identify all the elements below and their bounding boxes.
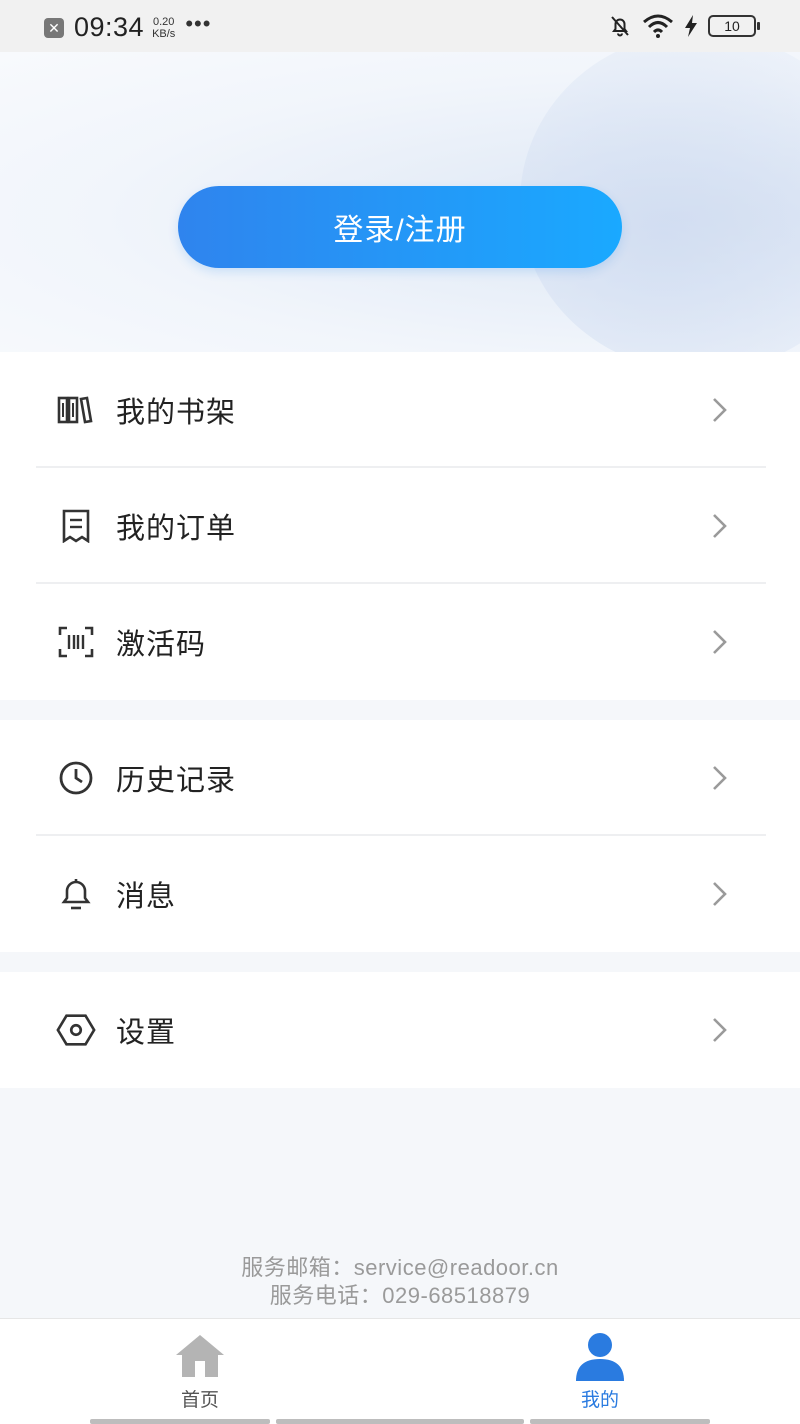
menu-group-library: 我的书架 我的订单 激活码	[0, 352, 800, 700]
bell-muted-icon	[611, 16, 629, 37]
gesture-bar-left	[90, 1419, 270, 1424]
menu-group-settings: 设置	[0, 972, 800, 1088]
tab-home[interactable]: 首页	[100, 1319, 300, 1411]
service-email: 服务邮箱：service@readoor.cn	[241, 1255, 559, 1280]
menu-label-messages: 消息	[116, 881, 177, 913]
settings-hexagon-icon	[56, 1010, 96, 1050]
network-speed-value: 0.20	[152, 15, 175, 28]
menu-item-orders[interactable]: 我的订单	[0, 468, 800, 584]
tab-mine-label: 我的	[580, 1390, 619, 1411]
more-dots-icon: •••	[185, 10, 212, 36]
chevron-right-icon	[713, 882, 727, 906]
network-speed: 0.20 KB/s	[152, 16, 175, 40]
tab-mine[interactable]: 我的	[500, 1319, 700, 1411]
order-list-icon	[56, 506, 96, 546]
menu-label-orders: 我的订单	[116, 513, 237, 545]
tab-home-label: 首页	[180, 1390, 219, 1411]
profile-header: 登录/注册	[0, 52, 800, 352]
menu-item-bookshelf[interactable]: 我的书架	[0, 352, 800, 468]
chevron-right-icon	[713, 766, 727, 790]
network-speed-unit: KB/s	[152, 27, 176, 40]
wifi-icon	[643, 14, 673, 38]
gesture-bar-right	[530, 1419, 710, 1424]
notification-close-icon: ✕	[44, 17, 64, 38]
home-icon	[176, 1335, 224, 1377]
status-time: 09:34	[74, 12, 145, 42]
scan-code-icon	[56, 622, 96, 662]
menu-label-history: 历史记录	[116, 765, 237, 797]
menu-item-history[interactable]: 历史记录	[0, 720, 800, 836]
user-icon	[576, 1333, 624, 1381]
chevron-right-icon	[713, 630, 727, 654]
status-right: 10	[608, 14, 760, 38]
charging-bolt-icon	[685, 15, 697, 37]
bell-icon	[56, 874, 96, 914]
status-bar: ✕ 09:34 0.20 KB/s ••• 10	[0, 0, 800, 52]
menu-label-bookshelf: 我的书架	[116, 397, 237, 429]
menu-item-activation-code[interactable]: 激活码	[0, 584, 800, 700]
chevron-right-icon	[713, 398, 727, 422]
status-left: ✕ 09:34 0.20 KB/s •••	[44, 10, 212, 43]
battery-indicator: 10	[708, 15, 760, 37]
bookshelf-icon	[56, 390, 96, 430]
bottom-tab-bar: 首页 我的	[0, 1318, 800, 1424]
chevron-right-icon	[713, 1018, 727, 1042]
clock-icon	[56, 758, 96, 798]
chevron-right-icon	[713, 514, 727, 538]
gesture-bar-center	[276, 1419, 524, 1424]
service-contact-info: 服务邮箱：service@readoor.cn 服务电话：029-6851887…	[0, 1254, 800, 1310]
menu-group-activity: 历史记录 消息	[0, 720, 800, 952]
menu-item-settings[interactable]: 设置	[0, 972, 800, 1088]
login-register-button[interactable]: 登录/注册	[178, 186, 622, 268]
service-phone: 服务电话：029-68518879	[269, 1283, 531, 1308]
menu-item-messages[interactable]: 消息	[0, 836, 800, 952]
menu-label-settings: 设置	[116, 1017, 177, 1049]
menu-label-activation-code: 激活码	[116, 629, 207, 661]
